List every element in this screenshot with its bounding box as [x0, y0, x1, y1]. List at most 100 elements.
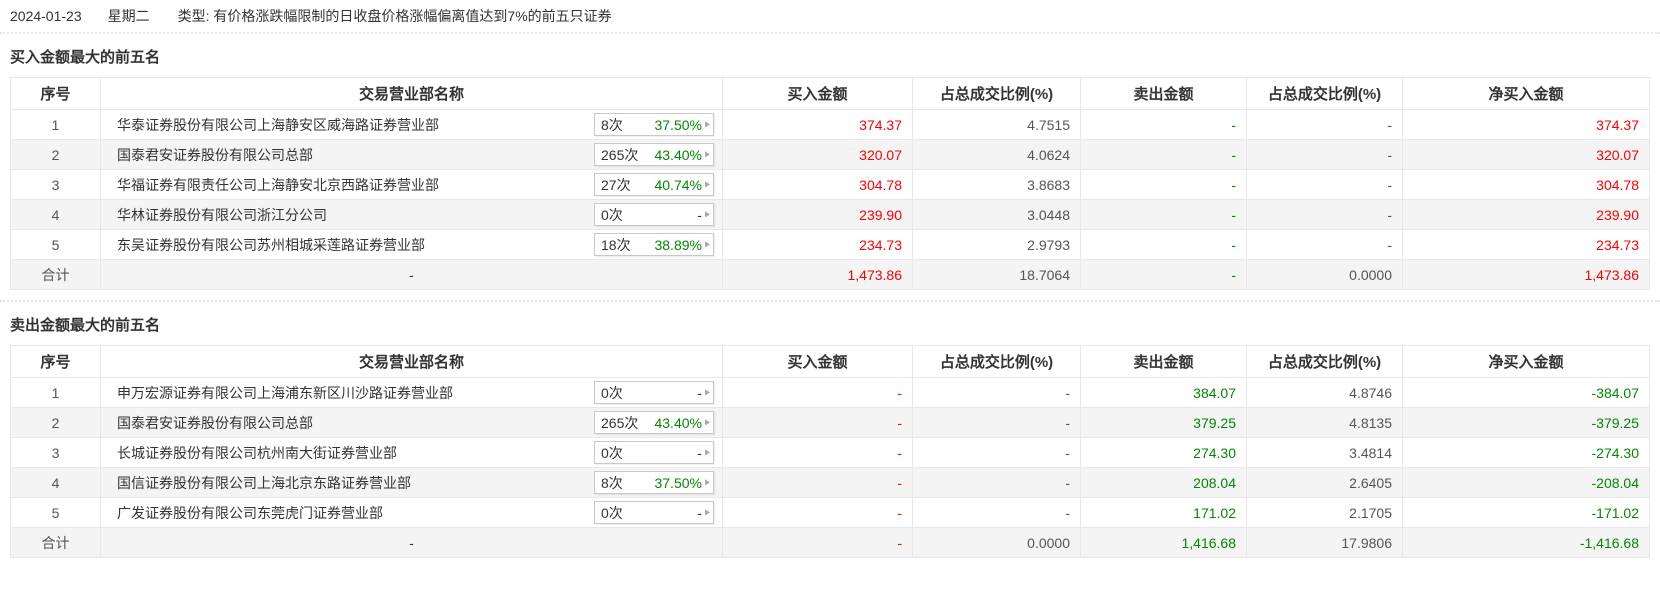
- cell-buy-amount: 234.73: [723, 230, 913, 260]
- cell-branch: 国泰君安证券股份有限公司总部265次43.40%▸: [101, 140, 723, 170]
- branch-name: 东吴证券股份有限公司苏州相城采莲路证券营业部: [117, 235, 594, 255]
- cell-buy-amount: 304.78: [723, 170, 913, 200]
- cell-rank: 5: [11, 498, 101, 528]
- cell-net-amount: -208.04: [1403, 468, 1650, 498]
- col-header-1: 交易营业部名称: [101, 346, 723, 378]
- cell-sell-amount: -: [1081, 140, 1247, 170]
- branch-name: 国泰君安证券股份有限公司总部: [117, 413, 594, 433]
- table-row: 1申万宏源证券有限公司上海浦东新区川沙路证券营业部0次-▸--384.074.8…: [11, 378, 1650, 408]
- branch-name: 国信证券股份有限公司上海北京东路证券营业部: [117, 473, 594, 493]
- cell-net-amount: -379.25: [1403, 408, 1650, 438]
- cell-buy-ratio: 0.0000: [913, 528, 1081, 558]
- win-rate-label: 37.50%: [654, 475, 701, 491]
- branch-name: 长城证券股份有限公司杭州南大街证券营业部: [117, 443, 594, 463]
- lhb-times-label: 265次: [601, 145, 638, 165]
- date-bar: 2024-01-23星期二类型: 有价格涨跌幅限制的日收盘价格涨幅偏离值达到7%…: [0, 0, 1660, 32]
- win-rate-label: -: [697, 445, 702, 461]
- lhb-count-badge[interactable]: 0次 -▸: [594, 441, 714, 464]
- cell-sell-amount: 274.30: [1081, 438, 1247, 468]
- cell-net-amount: 1,473.86: [1403, 260, 1650, 290]
- cell-rank: 合计: [11, 260, 101, 290]
- cell-sell-amount: 208.04: [1081, 468, 1247, 498]
- lhb-count-badge[interactable]: 0次-▸: [594, 381, 714, 404]
- col-header-5: 占总成交比例(%): [1247, 78, 1403, 110]
- cell-buy-ratio: -: [913, 468, 1081, 498]
- cell-buy-amount: -: [723, 408, 913, 438]
- cell-buy-ratio: -: [913, 498, 1081, 528]
- sell-section-title: 卖出金额最大的前五名: [0, 302, 1660, 345]
- lhb-count-badge[interactable]: 0次-▸: [594, 501, 714, 524]
- col-header-4: 卖出金额: [1081, 78, 1247, 110]
- cell-sell-amount: 379.25: [1081, 408, 1247, 438]
- branch-name: 国泰君安证券股份有限公司总部: [117, 145, 594, 165]
- sell-table: 序号交易营业部名称买入金额占总成交比例(%)卖出金额占总成交比例(%)净买入金额…: [10, 345, 1650, 558]
- table-row: 2国泰君安证券股份有限公司总部265次43.40%▸--379.254.8135…: [11, 408, 1650, 438]
- cell-net-amount: 374.37: [1403, 110, 1650, 140]
- lhb-times-label: 0次: [601, 443, 623, 463]
- win-rate-label: -: [697, 505, 702, 521]
- cell-net-amount: 239.90: [1403, 200, 1650, 230]
- buy-section-title: 买入金额最大的前五名: [0, 34, 1660, 77]
- cell-buy-ratio: 3.8683: [913, 170, 1081, 200]
- lhb-times-label: 265次: [601, 413, 638, 433]
- chevron-right-icon: ▸: [705, 446, 710, 459]
- cell-branch: 长城证券股份有限公司杭州南大街证券营业部 0次 -▸: [101, 438, 723, 468]
- col-header-1: 交易营业部名称: [101, 78, 723, 110]
- sell-section: 卖出金额最大的前五名 序号交易营业部名称买入金额占总成交比例(%)卖出金额占总成…: [0, 300, 1660, 558]
- cell-sell-amount: 171.02: [1081, 498, 1247, 528]
- lhb-times-label: 0次: [601, 503, 623, 523]
- cell-sell-ratio: 0.0000: [1247, 260, 1403, 290]
- col-header-6: 净买入金额: [1403, 346, 1650, 378]
- cell-branch: 东吴证券股份有限公司苏州相城采莲路证券营业部18次38.89%▸: [101, 230, 723, 260]
- cell-sell-ratio: -: [1247, 170, 1403, 200]
- buy-table: 序号交易营业部名称买入金额占总成交比例(%)卖出金额占总成交比例(%)净买入金额…: [10, 77, 1650, 290]
- cell-sell-ratio: 4.8746: [1247, 378, 1403, 408]
- total-row: 合计-1,473.8618.7064-0.00001,473.86: [11, 260, 1650, 290]
- cell-branch: 国泰君安证券股份有限公司总部265次43.40%▸: [101, 408, 723, 438]
- lhb-page: 2024-01-23星期二类型: 有价格涨跌幅限制的日收盘价格涨幅偏离值达到7%…: [0, 0, 1660, 558]
- cell-net-amount: -1,416.68: [1403, 528, 1650, 558]
- cell-sell-ratio: 2.1705: [1247, 498, 1403, 528]
- cell-rank: 1: [11, 378, 101, 408]
- col-header-3: 占总成交比例(%): [913, 78, 1081, 110]
- lhb-times-label: 27次: [601, 175, 631, 195]
- branch-name: 申万宏源证券有限公司上海浦东新区川沙路证券营业部: [117, 383, 594, 403]
- cell-buy-amount: 374.37: [723, 110, 913, 140]
- lhb-count-badge[interactable]: 18次38.89%▸: [594, 233, 714, 256]
- cell-sell-ratio: -: [1247, 200, 1403, 230]
- cell-rank: 3: [11, 438, 101, 468]
- cell-rank: 5: [11, 230, 101, 260]
- cell-buy-ratio: -: [913, 408, 1081, 438]
- cell-rank: 3: [11, 170, 101, 200]
- chevron-right-icon: ▸: [705, 178, 710, 191]
- cell-buy-ratio: 3.0448: [913, 200, 1081, 230]
- cell-buy-amount: -: [723, 498, 913, 528]
- cell-rank: 合计: [11, 528, 101, 558]
- cell-branch: 申万宏源证券有限公司上海浦东新区川沙路证券营业部0次-▸: [101, 378, 723, 408]
- cell-buy-ratio: 18.7064: [913, 260, 1081, 290]
- chevron-right-icon: ▸: [705, 148, 710, 161]
- cell-buy-ratio: 4.0624: [913, 140, 1081, 170]
- cell-sell-amount: 384.07: [1081, 378, 1247, 408]
- table-row: 2国泰君安证券股份有限公司总部265次43.40%▸320.074.0624--…: [11, 140, 1650, 170]
- cell-branch: -: [101, 260, 723, 290]
- table-row: 3长城证券股份有限公司杭州南大街证券营业部0次-▸--274.303.4814-…: [11, 438, 1650, 468]
- table-row: 5广发证券股份有限公司东莞虎门证券营业部0次-▸--171.022.1705-1…: [11, 498, 1650, 528]
- cell-sell-amount: -: [1081, 110, 1247, 140]
- table-row: 5东吴证券股份有限公司苏州相城采莲路证券营业部18次38.89%▸234.732…: [11, 230, 1650, 260]
- lhb-count-badge[interactable]: 265次43.40%▸: [594, 143, 714, 166]
- lhb-count-badge[interactable]: 27次40.74%▸: [594, 173, 714, 196]
- cell-branch: 国信证券股份有限公司上海北京东路证券营业部8次37.50%▸: [101, 468, 723, 498]
- lhb-count-badge[interactable]: 8次37.50%▸: [594, 471, 714, 494]
- lhb-count-badge[interactable]: 0次-▸: [594, 203, 714, 226]
- cell-buy-amount: 1,473.86: [723, 260, 913, 290]
- cell-net-amount: -274.30: [1403, 438, 1650, 468]
- branch-name: 华林证券股份有限公司浙江分公司: [117, 205, 594, 225]
- table-row: 1华泰证券股份有限公司上海静安区威海路证券营业部8次37.50%▸374.374…: [11, 110, 1650, 140]
- lhb-count-badge[interactable]: 8次37.50%▸: [594, 113, 714, 136]
- lhb-count-badge[interactable]: 265次43.40%▸: [594, 411, 714, 434]
- col-header-5: 占总成交比例(%): [1247, 346, 1403, 378]
- cell-sell-ratio: 2.6405: [1247, 468, 1403, 498]
- cell-buy-amount: 239.90: [723, 200, 913, 230]
- cell-buy-ratio: 2.9793: [913, 230, 1081, 260]
